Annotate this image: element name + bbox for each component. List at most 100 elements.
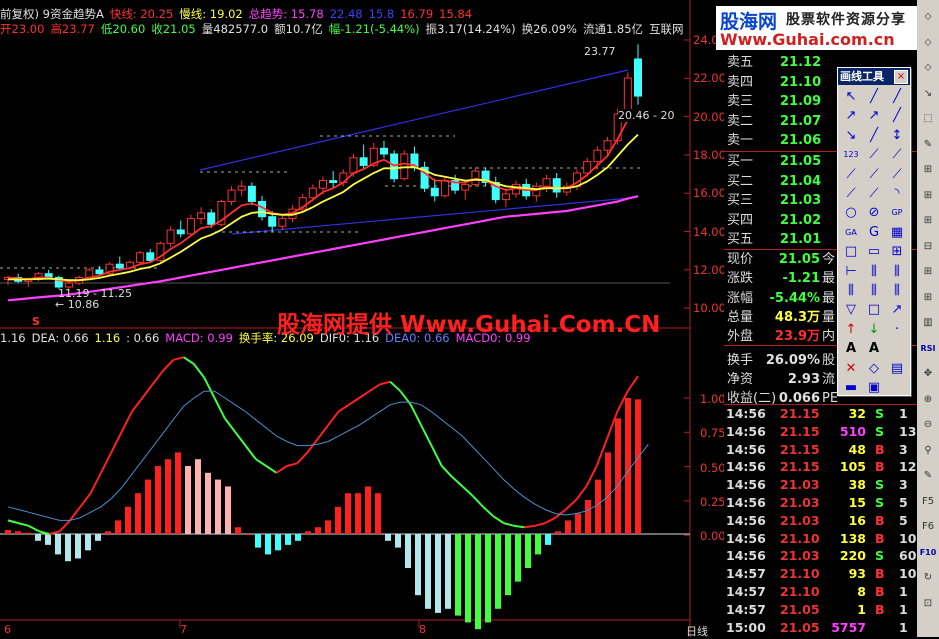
drawing-toolbox[interactable]: 画线工具 × ↖ ╱ ╱ ↗ ↗ ╱ ↘ ╱ ↕ 123 ⟋ ⟋ ⟋ ⟋ ⟋ ⟋ ⟋ ◝ ○ ⊘ GP GA G ▦ □ ▭ ⊞ ⊢ ⫼… bbox=[837, 67, 911, 396]
macd-bar bbox=[475, 534, 481, 630]
tool-b-icon[interactable]: ⬦ bbox=[919, 34, 937, 52]
tick-direction: B bbox=[875, 566, 885, 582]
fan-icon[interactable]: ⟋ bbox=[841, 165, 861, 185]
macd-bar bbox=[465, 534, 471, 623]
box-icon[interactable]: ▭ bbox=[864, 242, 884, 262]
box-tool-icon[interactable]: ⬚ bbox=[919, 110, 937, 128]
move-icon[interactable]: ✥ bbox=[919, 365, 937, 383]
quote-value: 21.05 bbox=[778, 252, 820, 267]
angle-icon[interactable]: ⟋ bbox=[841, 184, 861, 204]
quote-label: 现价 bbox=[727, 252, 754, 267]
f10-icon[interactable]: F10 bbox=[919, 544, 937, 562]
fib2-icon[interactable]: ⫼ bbox=[887, 262, 907, 282]
fib4-icon[interactable]: ⫼ bbox=[864, 281, 884, 301]
trend-tool-icon[interactable]: ↘ bbox=[919, 85, 937, 103]
tick-time: 14:57 bbox=[726, 601, 766, 617]
f5-icon[interactable]: F5 bbox=[919, 493, 937, 511]
grid-f-icon[interactable]: ⊞ bbox=[919, 289, 937, 307]
ruler-icon[interactable]: ▬ bbox=[841, 378, 861, 398]
macd-bar bbox=[245, 534, 251, 535]
pitch-icon[interactable]: ⟋ bbox=[864, 184, 884, 204]
grid-a-icon[interactable]: ⊞ bbox=[919, 161, 937, 179]
gann-icon[interactable]: GP bbox=[887, 203, 907, 223]
bar-icon[interactable]: ▥ bbox=[919, 314, 937, 332]
arc-icon[interactable]: ◝ bbox=[887, 184, 907, 204]
vertical-icon[interactable]: ↕ bbox=[887, 126, 907, 146]
tick-price: 21.15 bbox=[780, 423, 820, 439]
macd-bar bbox=[405, 534, 411, 568]
wave-icon[interactable]: ⫼ bbox=[887, 281, 907, 301]
tick-price: 21.10 bbox=[780, 566, 820, 582]
gann-angle-icon[interactable]: GA bbox=[841, 223, 861, 243]
edit-icon[interactable]: ✎ bbox=[919, 467, 937, 485]
close-icon[interactable]: × bbox=[894, 70, 908, 84]
up-arrow-icon[interactable]: ↑ bbox=[841, 320, 861, 340]
grid-b-icon[interactable]: ⊞ bbox=[919, 187, 937, 205]
f6-icon[interactable]: F6 bbox=[919, 518, 937, 536]
header-field: 15.8 bbox=[368, 7, 395, 21]
panel-icon[interactable]: ▣ bbox=[864, 378, 884, 398]
header-field: 22.48 bbox=[329, 7, 363, 21]
dot-icon[interactable]: · bbox=[887, 320, 907, 340]
frame-icon[interactable]: ⊞ bbox=[887, 242, 907, 262]
down-arrow-icon[interactable]: ↘ bbox=[841, 126, 861, 146]
search-icon[interactable]: ⚲ bbox=[919, 442, 937, 460]
line-icon[interactable]: ╱ bbox=[864, 87, 884, 107]
triangle-icon[interactable]: ▽ bbox=[841, 300, 861, 320]
grid-icon[interactable]: ▦ bbox=[887, 223, 907, 243]
text-icon[interactable]: A bbox=[841, 339, 861, 359]
refresh-icon[interactable]: ↻ bbox=[919, 569, 937, 587]
grid-d-icon[interactable]: ⊟ bbox=[919, 238, 937, 256]
diag-icon[interactable]: ↗ bbox=[887, 300, 907, 320]
macd-bar bbox=[265, 534, 271, 555]
macd-bar bbox=[35, 534, 41, 541]
segment-icon[interactable]: ╱ bbox=[887, 106, 907, 126]
circle-icon[interactable]: ○ bbox=[841, 203, 861, 223]
tool-c-icon[interactable]: ⬦ bbox=[919, 59, 937, 77]
text2-icon[interactable]: A bbox=[864, 339, 884, 359]
macd-bar bbox=[435, 534, 441, 613]
ray-icon[interactable]: ╱ bbox=[887, 87, 907, 107]
cycle-icon[interactable]: ⊘ bbox=[864, 203, 884, 223]
blank-icon[interactable] bbox=[887, 339, 907, 359]
rect-icon[interactable]: □ bbox=[841, 242, 861, 262]
fan2-icon[interactable]: ⟋ bbox=[864, 165, 884, 185]
zoom-out-icon[interactable]: ⊝ bbox=[919, 416, 937, 434]
frame-icon[interactable]: ⊡ bbox=[919, 595, 937, 613]
zoom-in-icon[interactable]: ⊕ bbox=[919, 391, 937, 409]
number-icon[interactable]: 123 bbox=[841, 145, 861, 165]
candle-body bbox=[136, 252, 145, 263]
down-green-icon[interactable]: ↓ bbox=[864, 320, 884, 340]
grid-e-icon[interactable]: ⊞ bbox=[919, 263, 937, 281]
tick-time: 14:56 bbox=[726, 423, 766, 439]
range-label: 11.19 - 11.25 bbox=[58, 287, 132, 300]
parallel2-icon[interactable]: ⟋ bbox=[887, 145, 907, 165]
quote-ext: 最 bbox=[822, 271, 836, 287]
candle-body bbox=[542, 178, 551, 187]
cursor-icon[interactable]: ↖ bbox=[841, 87, 861, 107]
delete-icon[interactable]: ✕ bbox=[841, 359, 861, 379]
header-field: MACD: 0.99 bbox=[165, 331, 233, 345]
parallel-icon[interactable]: ⟋ bbox=[864, 145, 884, 165]
tool-a-icon[interactable]: ⬦ bbox=[919, 8, 937, 26]
blank2-icon[interactable] bbox=[887, 378, 907, 398]
grid-c-icon[interactable]: ⊞ bbox=[919, 212, 937, 230]
marker-icon[interactable]: ◇ bbox=[864, 359, 884, 379]
fib-icon[interactable]: ⫼ bbox=[864, 262, 884, 282]
gann-box-icon[interactable]: G bbox=[864, 223, 884, 243]
arrow-line-icon[interactable]: ↗ bbox=[841, 106, 861, 126]
square-icon[interactable]: □ bbox=[864, 300, 884, 320]
header-field: 低20.60 bbox=[100, 22, 146, 36]
fib3-icon[interactable]: ⫼ bbox=[841, 281, 861, 301]
rsi-icon[interactable]: RSI bbox=[919, 340, 937, 358]
trend-icon[interactable]: ↗ bbox=[864, 106, 884, 126]
macd-bar bbox=[185, 466, 191, 534]
macd-tick: 0.75 bbox=[700, 426, 726, 441]
channel-icon[interactable]: ╱ bbox=[864, 126, 884, 146]
pen-icon[interactable]: ✎ bbox=[919, 136, 937, 154]
period-icon[interactable]: ⊢ bbox=[841, 262, 861, 282]
list-icon[interactable]: ▤ bbox=[887, 359, 907, 379]
speed-icon[interactable]: ⟋ bbox=[887, 165, 907, 185]
tick-volume: 138 bbox=[839, 530, 866, 546]
macd-bar bbox=[615, 418, 621, 534]
